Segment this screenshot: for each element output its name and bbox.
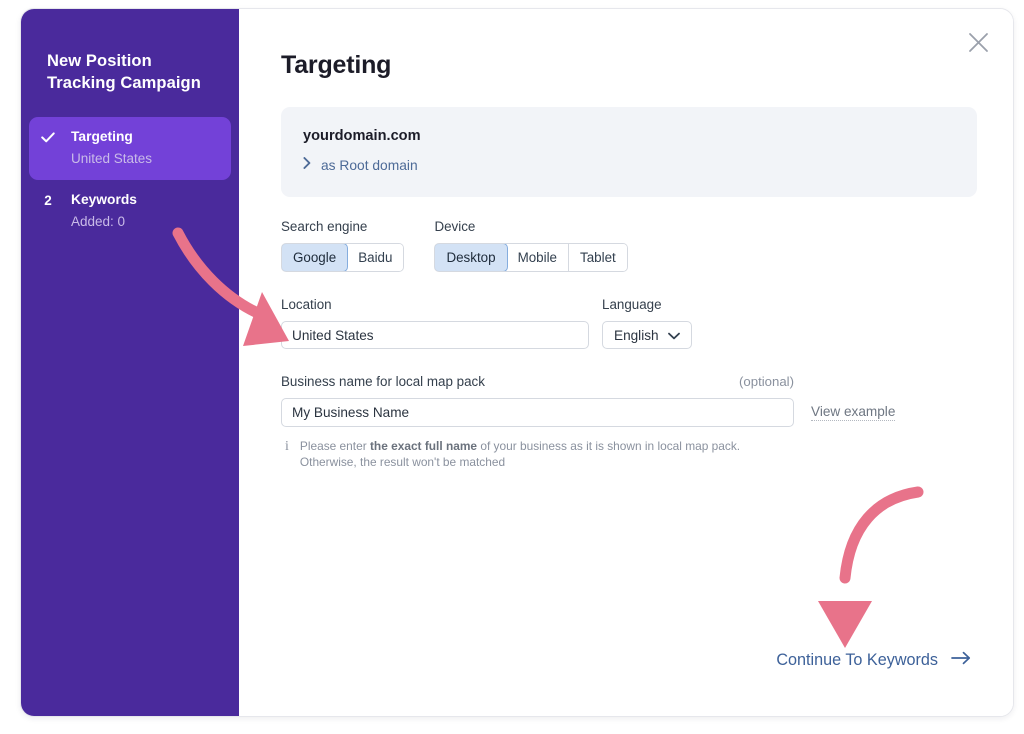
business-name-optional-note: (optional) (739, 374, 794, 389)
continue-to-keywords-link[interactable]: Continue To Keywords (776, 651, 971, 670)
sidebar-step-targeting-sub: United States (71, 150, 153, 166)
chevron-down-icon (667, 328, 680, 343)
view-example-link[interactable]: View example (811, 404, 896, 421)
search-engine-option-google[interactable]: Google (282, 244, 349, 271)
device-group: Device Desktop Mobile Tablet (434, 219, 628, 272)
close-button[interactable] (959, 23, 997, 61)
engine-device-row: Search engine Google Baidu Device Deskto… (281, 219, 971, 272)
continue-to-keywords-label: Continue To Keywords (776, 651, 938, 669)
sidebar-step-keywords-body: Keywords Added: 0 (71, 191, 221, 231)
business-name-hint-text: Please enter the exact full name of your… (300, 439, 800, 470)
chevron-right-icon (303, 156, 311, 174)
device-label: Device (434, 219, 476, 234)
campaign-title: New Position Tracking Campaign (47, 52, 201, 92)
business-name-input[interactable]: My Business Name (281, 398, 794, 427)
arrow-right-icon (951, 651, 971, 670)
business-name-hint: i Please enter the exact full name of yo… (281, 439, 971, 470)
search-engine-segmented[interactable]: Google Baidu (281, 243, 405, 272)
language-label: Language (602, 297, 662, 312)
sidebar-step-keywords[interactable]: 2 Keywords Added: 0 (29, 180, 231, 243)
device-option-desktop[interactable]: Desktop (435, 244, 508, 271)
sidebar-step-keywords-sub: Added: 0 (71, 213, 126, 229)
domain-type-toggle[interactable]: as Root domain (303, 156, 955, 174)
hint-prefix: Please enter (299, 439, 370, 453)
domain-summary-box: yourdomain.com as Root domain (281, 107, 977, 197)
check-icon (39, 128, 57, 143)
location-group: Location United States (281, 297, 589, 349)
device-option-mobile[interactable]: Mobile (506, 244, 570, 271)
domain-type-label: as Root domain (321, 157, 418, 173)
close-icon (968, 32, 988, 52)
wizard-sidebar: New Position Tracking Campaign Targeting… (21, 9, 239, 716)
targeting-panel: Targeting yourdomain.com as Root domain … (239, 9, 1013, 716)
wizard-steps: Targeting United States 2 Keywords Added… (21, 116, 239, 243)
search-engine-group: Search engine Google Baidu (281, 219, 405, 272)
business-name-group: Business name for local map pack (option… (281, 374, 971, 470)
language-group: Language English (602, 297, 692, 349)
location-language-row: Location United States Language English (281, 297, 971, 349)
search-engine-label: Search engine (281, 219, 368, 234)
step-number-2: 2 (44, 192, 52, 208)
info-icon: i (285, 439, 289, 454)
sidebar-step-keywords-label: Keywords (71, 191, 137, 207)
hint-bold: the exact full name (369, 439, 478, 453)
page-title: Targeting (281, 51, 392, 79)
search-engine-option-baidu[interactable]: Baidu (347, 244, 404, 271)
sidebar-step-targeting[interactable]: Targeting United States (29, 116, 231, 180)
device-segmented[interactable]: Desktop Mobile Tablet (434, 243, 628, 272)
language-select-value: English (614, 327, 659, 343)
sidebar-step-targeting-label: Targeting (71, 128, 133, 144)
business-name-label: Business name for local map pack (281, 374, 485, 389)
location-label: Location (281, 297, 332, 312)
domain-name: yourdomain.com (303, 128, 421, 144)
language-select[interactable]: English (602, 321, 692, 349)
sidebar-step-targeting-body: Targeting United States (71, 128, 221, 168)
business-name-input-row: My Business Name View example (281, 398, 971, 427)
location-input[interactable]: United States (281, 321, 589, 349)
device-option-tablet[interactable]: Tablet (569, 244, 627, 271)
targeting-form: Search engine Google Baidu Device Deskto… (239, 219, 1013, 470)
business-name-label-row: Business name for local map pack (option… (281, 374, 794, 398)
campaign-setup-modal: New Position Tracking Campaign Targeting… (20, 8, 1014, 717)
